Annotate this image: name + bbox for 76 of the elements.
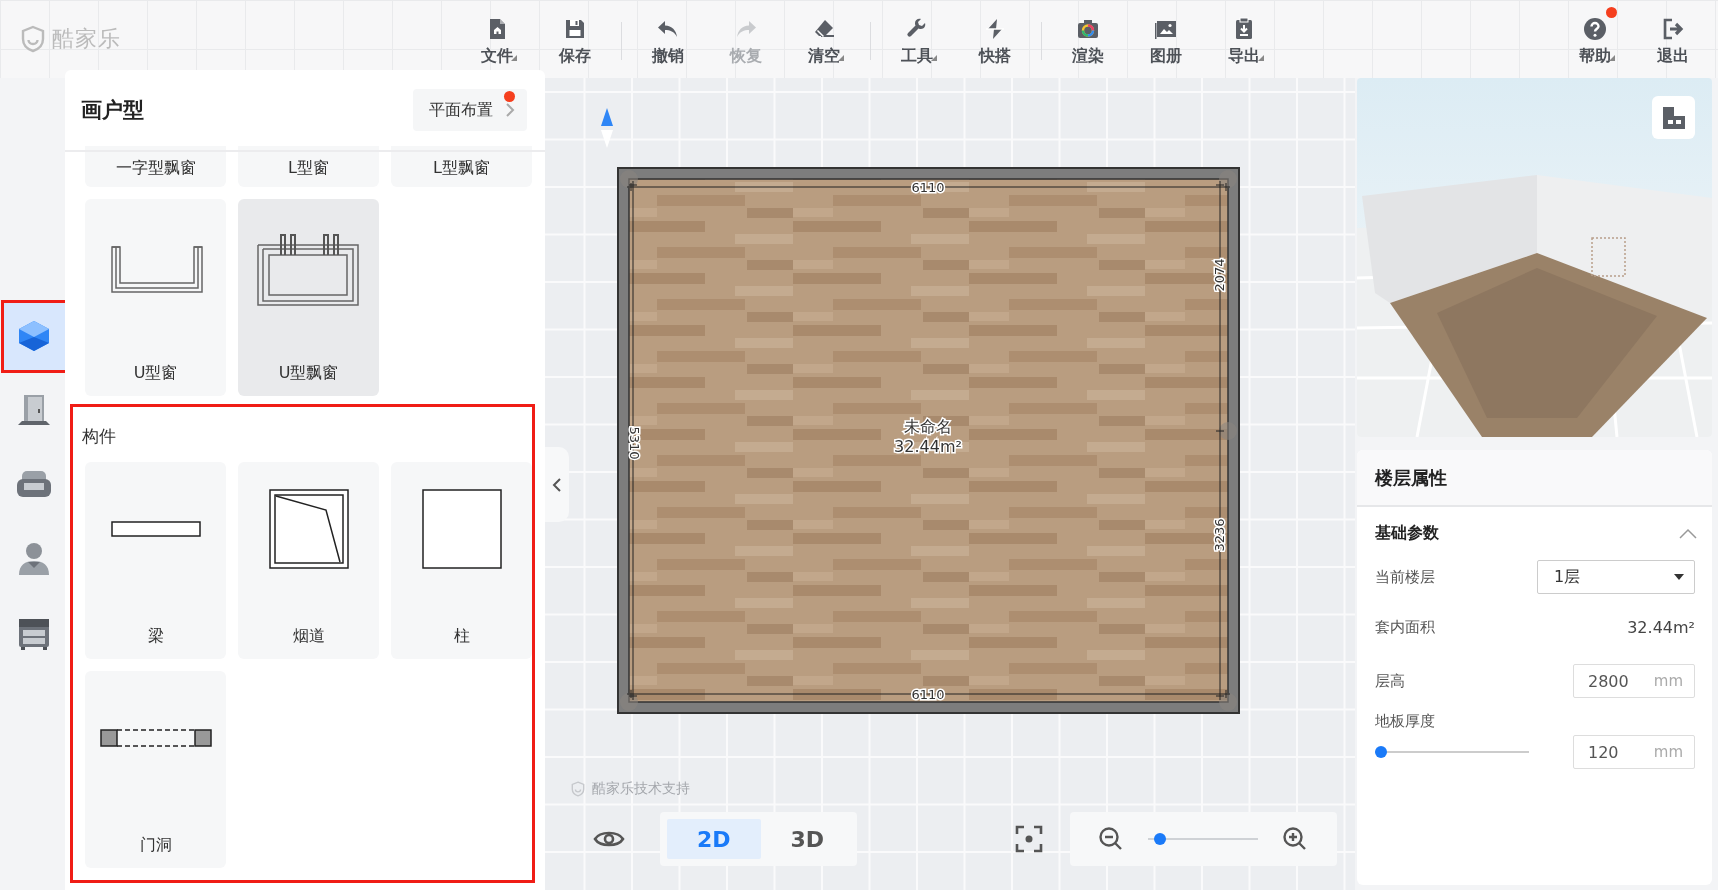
dimension-label: 3236 bbox=[1211, 518, 1227, 552]
chevron-right-icon bbox=[505, 102, 515, 118]
corner-handle[interactable] bbox=[620, 170, 638, 188]
field-label: 套内面积 bbox=[1375, 617, 1435, 637]
chevron-up-icon bbox=[1678, 527, 1698, 540]
view-mode-tab[interactable]: 3D bbox=[760, 819, 854, 859]
field-label: 层高 bbox=[1375, 671, 1405, 691]
view-switch-button[interactable] bbox=[1652, 96, 1695, 139]
help-icon bbox=[1583, 17, 1607, 41]
component-card[interactable]: L型窗 bbox=[238, 146, 379, 187]
notification-dot bbox=[1606, 7, 1617, 18]
beam-icon bbox=[109, 519, 202, 539]
field-label: 当前楼层 bbox=[1375, 567, 1435, 587]
component-card[interactable]: U型飘窗 bbox=[238, 199, 379, 396]
credit-text: 酷家乐技术支持 bbox=[592, 780, 690, 798]
toolbar-button[interactable]: 渲染 bbox=[1049, 0, 1127, 78]
toolbar-button[interactable]: 快搭 bbox=[956, 0, 1034, 78]
focus-icon bbox=[1014, 825, 1043, 853]
field-label: 地板厚度 bbox=[1375, 712, 1436, 731]
panel-title: 楼层属性 bbox=[1357, 450, 1712, 507]
corner-handle[interactable] bbox=[1219, 170, 1237, 188]
caret-down-icon bbox=[1674, 574, 1684, 580]
logo-icon bbox=[570, 781, 586, 797]
unit-label: mm bbox=[1653, 743, 1683, 761]
exit-icon bbox=[1661, 17, 1685, 41]
zoom-in-icon bbox=[1282, 826, 1308, 852]
floor-dropdown[interactable]: 1层 bbox=[1537, 560, 1695, 594]
toolbar-button[interactable]: 导出 bbox=[1205, 0, 1283, 78]
flue-icon bbox=[267, 488, 350, 570]
section-header[interactable]: 基础参数 bbox=[1357, 507, 1712, 544]
floorplan-icon bbox=[1660, 104, 1687, 131]
panel-title: 画户型 bbox=[81, 97, 144, 124]
component-card[interactable]: L型飘窗 bbox=[391, 146, 532, 187]
bolt-icon bbox=[983, 17, 1007, 41]
unit-label: mm bbox=[1653, 672, 1683, 690]
component-card[interactable]: 一字型飘窗 bbox=[85, 146, 226, 187]
slider-thumb[interactable] bbox=[1153, 833, 1166, 845]
toolbar-button[interactable]: 工具 bbox=[878, 0, 956, 78]
component-card[interactable]: 柱 bbox=[391, 462, 532, 659]
pillar-icon bbox=[421, 489, 502, 569]
corner-handle[interactable] bbox=[1219, 422, 1237, 440]
component-card[interactable]: 门洞 bbox=[85, 671, 226, 868]
logo-text: 酷家乐 bbox=[52, 25, 121, 53]
toolbar-button[interactable]: 图册 bbox=[1127, 0, 1205, 78]
save-icon bbox=[563, 17, 587, 41]
doorway-icon bbox=[99, 727, 212, 749]
corner-handle[interactable] bbox=[620, 693, 638, 711]
caret-icon bbox=[838, 55, 844, 61]
toolbar-button[interactable]: 退出 bbox=[1634, 0, 1712, 78]
component-card[interactable]: 梁 bbox=[85, 462, 226, 659]
toolbar-button[interactable]: 清空 bbox=[785, 0, 863, 78]
chevron-left-icon bbox=[552, 476, 562, 493]
dimension-label: 5310 bbox=[626, 426, 642, 460]
sidebar-tab[interactable] bbox=[0, 300, 68, 373]
compass-icon bbox=[601, 108, 613, 148]
caret-icon bbox=[1609, 55, 1615, 61]
caret-icon bbox=[1258, 55, 1264, 61]
slider-thumb[interactable] bbox=[1375, 746, 1387, 758]
caret-icon bbox=[511, 55, 517, 61]
room-area: 32.44m² bbox=[894, 437, 962, 456]
layout-button[interactable]: 平面布置 bbox=[413, 89, 527, 131]
component-card[interactable]: 烟道 bbox=[238, 462, 379, 659]
logo-icon bbox=[20, 25, 46, 53]
section-title: 构件 bbox=[81, 425, 117, 448]
zoom-out-button[interactable] bbox=[1098, 826, 1124, 852]
toolbar-button[interactable]: 帮助 bbox=[1556, 0, 1634, 78]
component-card[interactable]: U型窗 bbox=[85, 199, 226, 396]
zoom-in-button[interactable] bbox=[1282, 826, 1308, 852]
camera-icon bbox=[1076, 17, 1100, 41]
zoom-out-icon bbox=[1098, 826, 1124, 852]
room-name: 未命名 bbox=[904, 417, 952, 436]
toolbar-button[interactable]: 撤销 bbox=[629, 0, 707, 78]
dimension-label: 2074 bbox=[1211, 258, 1227, 292]
caret-icon bbox=[931, 55, 937, 61]
corner-handle[interactable] bbox=[1219, 693, 1237, 711]
field-value: 32.44m² bbox=[1627, 617, 1695, 637]
